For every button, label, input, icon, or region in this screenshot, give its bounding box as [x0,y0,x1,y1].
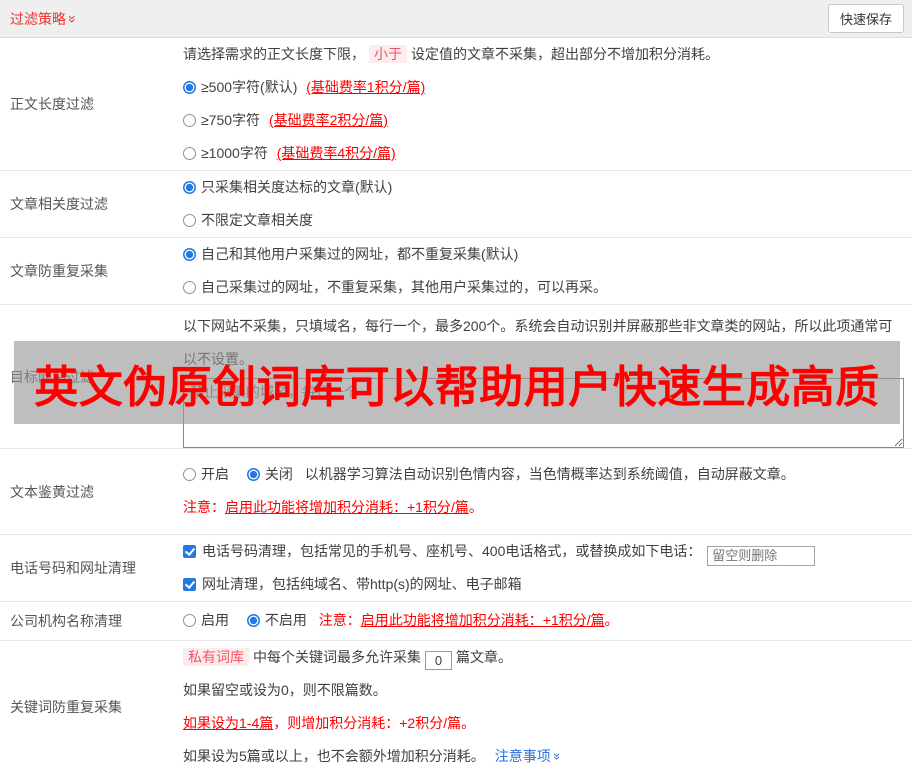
row-relevance-filter: 文章相关度过滤 只采集相关度达标的文章(默认) 不限定文章相关度 [0,171,912,238]
fee-note-500: (基础费率1积分/篇) [306,79,426,95]
porn-filter-content: 开启 关闭 以机器学习算法自动识别色情内容，当色情概率达到系统阈值，自动屏蔽文章… [183,449,912,534]
dedup-filter-label: 文章防重复采集 [10,263,108,279]
radio-company-on[interactable]: 启用 [183,612,233,628]
radio-relevance-strict[interactable]: 只采集相关度达标的文章(默认) [183,179,392,195]
phone-url-cleanup-content: 电话号码清理，包括常见的手机号、座机号、400电话格式，或替换成如下电话： 网址… [183,535,912,601]
porn-filter-label: 文本鉴黄过滤 [10,483,94,500]
company-cleanup-note: 注意：启用此功能将增加积分消耗：+1积分/篇。 [318,612,619,628]
radio-dedup-self-only[interactable]: 自己采集过的网址，不重复采集，其他用户采集过的，可以再采。 [183,279,607,295]
blocked-sites-textarea[interactable] [183,378,904,448]
less-than-tag: 小于 [369,45,407,63]
row-length-filter: 正文长度过滤 请选择需求的正文长度下限， 小于 设定值的文章不采集，超出部分不增加积… [0,38,912,171]
row-phone-url-cleanup: 电话号码和网址清理 电话号码清理，包括常见的手机号、座机号、400电话格式，或替… [0,535,912,602]
radio-porn-off[interactable]: 关闭 [246,466,297,482]
keyword-dedup-label: 关键词防重复采集 [10,699,122,715]
company-cleanup-label: 公司机构名称清理 [10,613,122,629]
page-title-toggle[interactable]: 过滤策略» [10,9,81,29]
radio-checked-icon[interactable] [183,248,196,261]
radio-checked-icon[interactable] [183,181,196,194]
max-articles-input[interactable] [425,651,452,670]
radio-unchecked-icon[interactable] [183,281,196,294]
fee-note-750: (基础费率2积分/篇) [268,112,388,128]
radio-checked-icon[interactable] [246,614,260,627]
porn-filter-desc: 以机器学习算法自动识别色情内容，当色情概率达到系统阈值，自动屏蔽文章。 [304,466,795,482]
quick-save-button[interactable]: 快速保存 [827,4,904,33]
page-title: 过滤策略 [10,10,66,27]
fee-note-1000: (基础费率4积分/篇) [276,145,396,161]
site-filter-desc-line2: 以不设置。 [183,351,253,367]
site-filter-desc-line1: 以下网站不采集，只填域名，每行一个，最多200个。系统会自动识别并屏蔽那些非文章… [183,318,893,334]
row-dedup-filter: 文章防重复采集 自己和其他用户采集过的网址，都不重复采集(默认) 自己采集过的网… [0,238,912,305]
porn-filter-note: 注意：启用此功能将增加积分消耗：+1积分/篇。 [183,499,483,515]
notes-link[interactable]: 注意事项» [495,748,565,764]
filter-strategy-page: 过滤策略» 快速保存 正文长度过滤 请选择需求的正文长度下限， 小于 设定值的文章不… [0,0,912,768]
site-filter-content: 以下网站不采集，只填域名，每行一个，最多200个。系统会自动识别并屏蔽那些非文章… [183,305,912,448]
chevron-down-icon: » [549,752,565,761]
relevance-filter-label: 文章相关度过滤 [10,196,108,212]
checkbox-checked-icon[interactable] [183,578,196,591]
relevance-filter-content: 只采集相关度达标的文章(默认) 不限定文章相关度 [183,171,912,237]
header-bar: 过滤策略» 快速保存 [0,0,912,38]
keyword-dedup-line2: 如果留空或设为0，则不限篇数。 [183,682,387,698]
length-filter-intro: 请选择需求的正文长度下限， 小于 设定值的文章不采集，超出部分不增加积分消耗。 [183,45,719,63]
row-company-cleanup: 公司机构名称清理 启用 不启用 注意：启用此功能将增加积分消耗：+1积分/篇。 [0,602,912,641]
radio-option-750[interactable]: ≥750字符 (基础费率2积分/篇) [183,112,388,128]
length-filter-label: 正文长度过滤 [10,96,94,112]
radio-porn-on[interactable]: 开启 [183,466,233,482]
radio-unchecked-icon[interactable] [183,114,196,127]
radio-option-1000[interactable]: ≥1000字符 (基础费率4积分/篇) [183,145,396,161]
checkbox-checked-icon[interactable] [183,545,196,558]
dedup-filter-content: 自己和其他用户采集过的网址，都不重复采集(默认) 自己采集过的网址，不重复采集，… [183,238,912,304]
length-filter-content: 请选择需求的正文长度下限， 小于 设定值的文章不采集，超出部分不增加积分消耗。 ≥5… [183,38,912,170]
radio-unchecked-icon[interactable] [183,614,196,627]
radio-checked-icon[interactable] [246,468,260,481]
row-keyword-dedup: 关键词防重复采集 私有词库中每个关键词最多允许采集篇文章。 如果留空或设为0，则… [0,641,912,768]
chevron-down-icon: » [64,14,81,23]
checkbox-phone-cleanup[interactable]: 电话号码清理，包括常见的手机号、座机号、400电话格式，或替换成如下电话： [183,543,705,559]
radio-option-500[interactable]: ≥500字符(默认) (基础费率1积分/篇) [183,79,425,95]
replacement-phone-input[interactable] [707,545,816,566]
row-site-filter: 目标网站过滤 以下网站不采集，只填域名，每行一个，最多200个。系统会自动识别并… [0,305,912,449]
radio-unchecked-icon[interactable] [183,147,196,160]
radio-company-off[interactable]: 不启用 [246,612,311,628]
radio-unchecked-icon[interactable] [183,468,196,481]
radio-relevance-any[interactable]: 不限定文章相关度 [183,212,313,228]
radio-unchecked-icon[interactable] [183,214,196,227]
site-filter-label: 目标网站过滤 [10,368,94,385]
private-lexicon-tag: 私有词库 [183,648,249,666]
phone-url-cleanup-label: 电话号码和网址清理 [10,560,136,576]
row-porn-filter: 文本鉴黄过滤 开启 关闭 以机器学习算法自动识别色情内容，当色情概率达到系统阈值… [0,449,912,535]
keyword-dedup-line4: 如果设为5篇或以上，也不会额外增加积分消耗。 [183,748,485,764]
company-cleanup-content: 启用 不启用 注意：启用此功能将增加积分消耗：+1积分/篇。 [183,602,912,640]
radio-checked-icon[interactable] [183,81,196,94]
radio-dedup-all-users[interactable]: 自己和其他用户采集过的网址，都不重复采集(默认) [183,246,518,262]
checkbox-url-cleanup[interactable]: 网址清理，包括纯域名、带http(s)的网址、电子邮箱 [183,576,522,592]
keyword-dedup-content: 私有词库中每个关键词最多允许采集篇文章。 如果留空或设为0，则不限篇数。 如果设… [183,641,912,768]
keyword-dedup-note: 如果设为1-4篇，则增加积分消耗：+2积分/篇。 [183,715,476,731]
